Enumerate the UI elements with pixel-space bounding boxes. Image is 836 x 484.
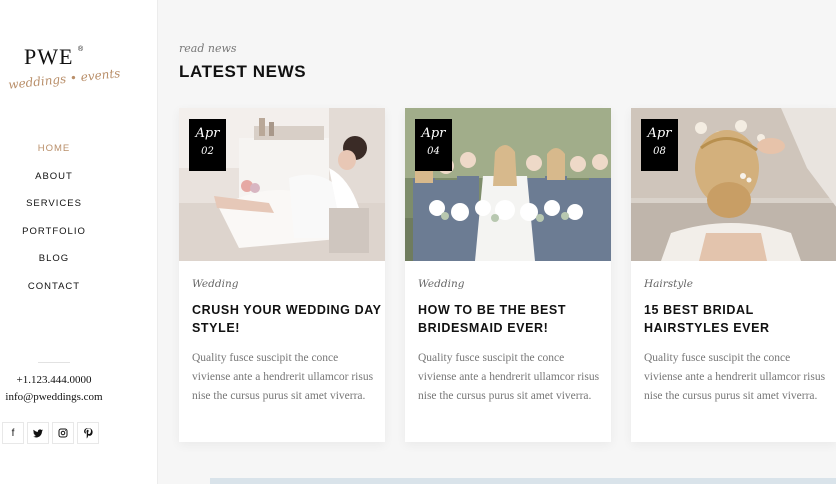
post-title[interactable]: HOW TO BE THE BEST BRIDESMAID EVER! <box>418 302 608 337</box>
post-image-bridal-hairstyle[interactable]: Apr 08 <box>631 108 836 261</box>
post-category[interactable]: Hairstyle <box>644 278 693 290</box>
logo[interactable]: PWE ® weddings • events <box>7 40 121 100</box>
date-day: 02 <box>201 146 214 157</box>
nav-item-services[interactable]: SERVICES <box>0 195 108 223</box>
date-day: 08 <box>653 146 666 157</box>
nav-item-home[interactable]: HOME <box>0 140 108 168</box>
facebook-icon[interactable]: f <box>2 422 24 444</box>
twitter-icon[interactable] <box>27 422 49 444</box>
news-card: Apr 04 Wedding HOW TO BE THE BEST BRIDES… <box>405 108 611 442</box>
nav-item-about[interactable]: ABOUT <box>0 168 108 196</box>
logo-tagline: weddings • events <box>7 66 121 92</box>
social-links: f <box>0 422 99 444</box>
date-month: Apr <box>421 126 446 141</box>
date-badge: Apr 04 <box>415 119 452 171</box>
instagram-icon[interactable] <box>52 422 74 444</box>
news-card: Apr 08 Hairstyle 15 BEST BRIDAL HAIRSTYL… <box>631 108 836 442</box>
date-badge: Apr 02 <box>189 119 226 171</box>
pinterest-icon[interactable] <box>77 422 99 444</box>
nav-item-blog[interactable]: BLOG <box>0 250 108 278</box>
post-image-bride-boudoir[interactable]: Apr 02 <box>179 108 385 261</box>
nav-item-portfolio[interactable]: PORTFOLIO <box>0 223 108 251</box>
next-section-edge <box>210 478 836 484</box>
sidebar-divider <box>38 362 70 363</box>
post-category[interactable]: Wedding <box>192 278 238 290</box>
date-month: Apr <box>195 126 220 141</box>
section-script-heading: read news <box>179 42 237 55</box>
date-badge: Apr 08 <box>641 119 678 171</box>
date-day: 04 <box>427 146 440 157</box>
post-category[interactable]: Wedding <box>418 278 464 290</box>
post-excerpt: Quality fusce suscipit the conce viviens… <box>418 352 600 402</box>
post-image-bridesmaids[interactable]: Apr 04 <box>405 108 611 261</box>
post-title[interactable]: 15 BEST BRIDAL HAIRSTYLES EVER <box>644 302 834 337</box>
date-month: Apr <box>647 126 672 141</box>
news-card: Apr 02 Wedding CRUSH YOUR WEDDING DAY ST… <box>179 108 385 442</box>
post-title[interactable]: CRUSH YOUR WEDDING DAY STYLE! <box>192 302 382 337</box>
contact-email[interactable]: info@pweddings.com <box>0 391 108 403</box>
nav-item-contact[interactable]: CONTACT <box>0 278 108 306</box>
post-excerpt: Quality fusce suscipit the conce viviens… <box>192 352 374 402</box>
sidebar: PWE ® weddings • events HOME ABOUT SERVI… <box>0 0 158 484</box>
main-nav: HOME ABOUT SERVICES PORTFOLIO BLOG CONTA… <box>0 140 108 305</box>
section-title: LATEST NEWS <box>179 62 307 81</box>
logo-text: PWE <box>24 44 74 69</box>
contact-phone[interactable]: +1.123.444.0000 <box>0 374 108 386</box>
logo-registered-mark: ® <box>78 46 84 53</box>
post-excerpt: Quality fusce suscipit the conce viviens… <box>644 352 826 402</box>
